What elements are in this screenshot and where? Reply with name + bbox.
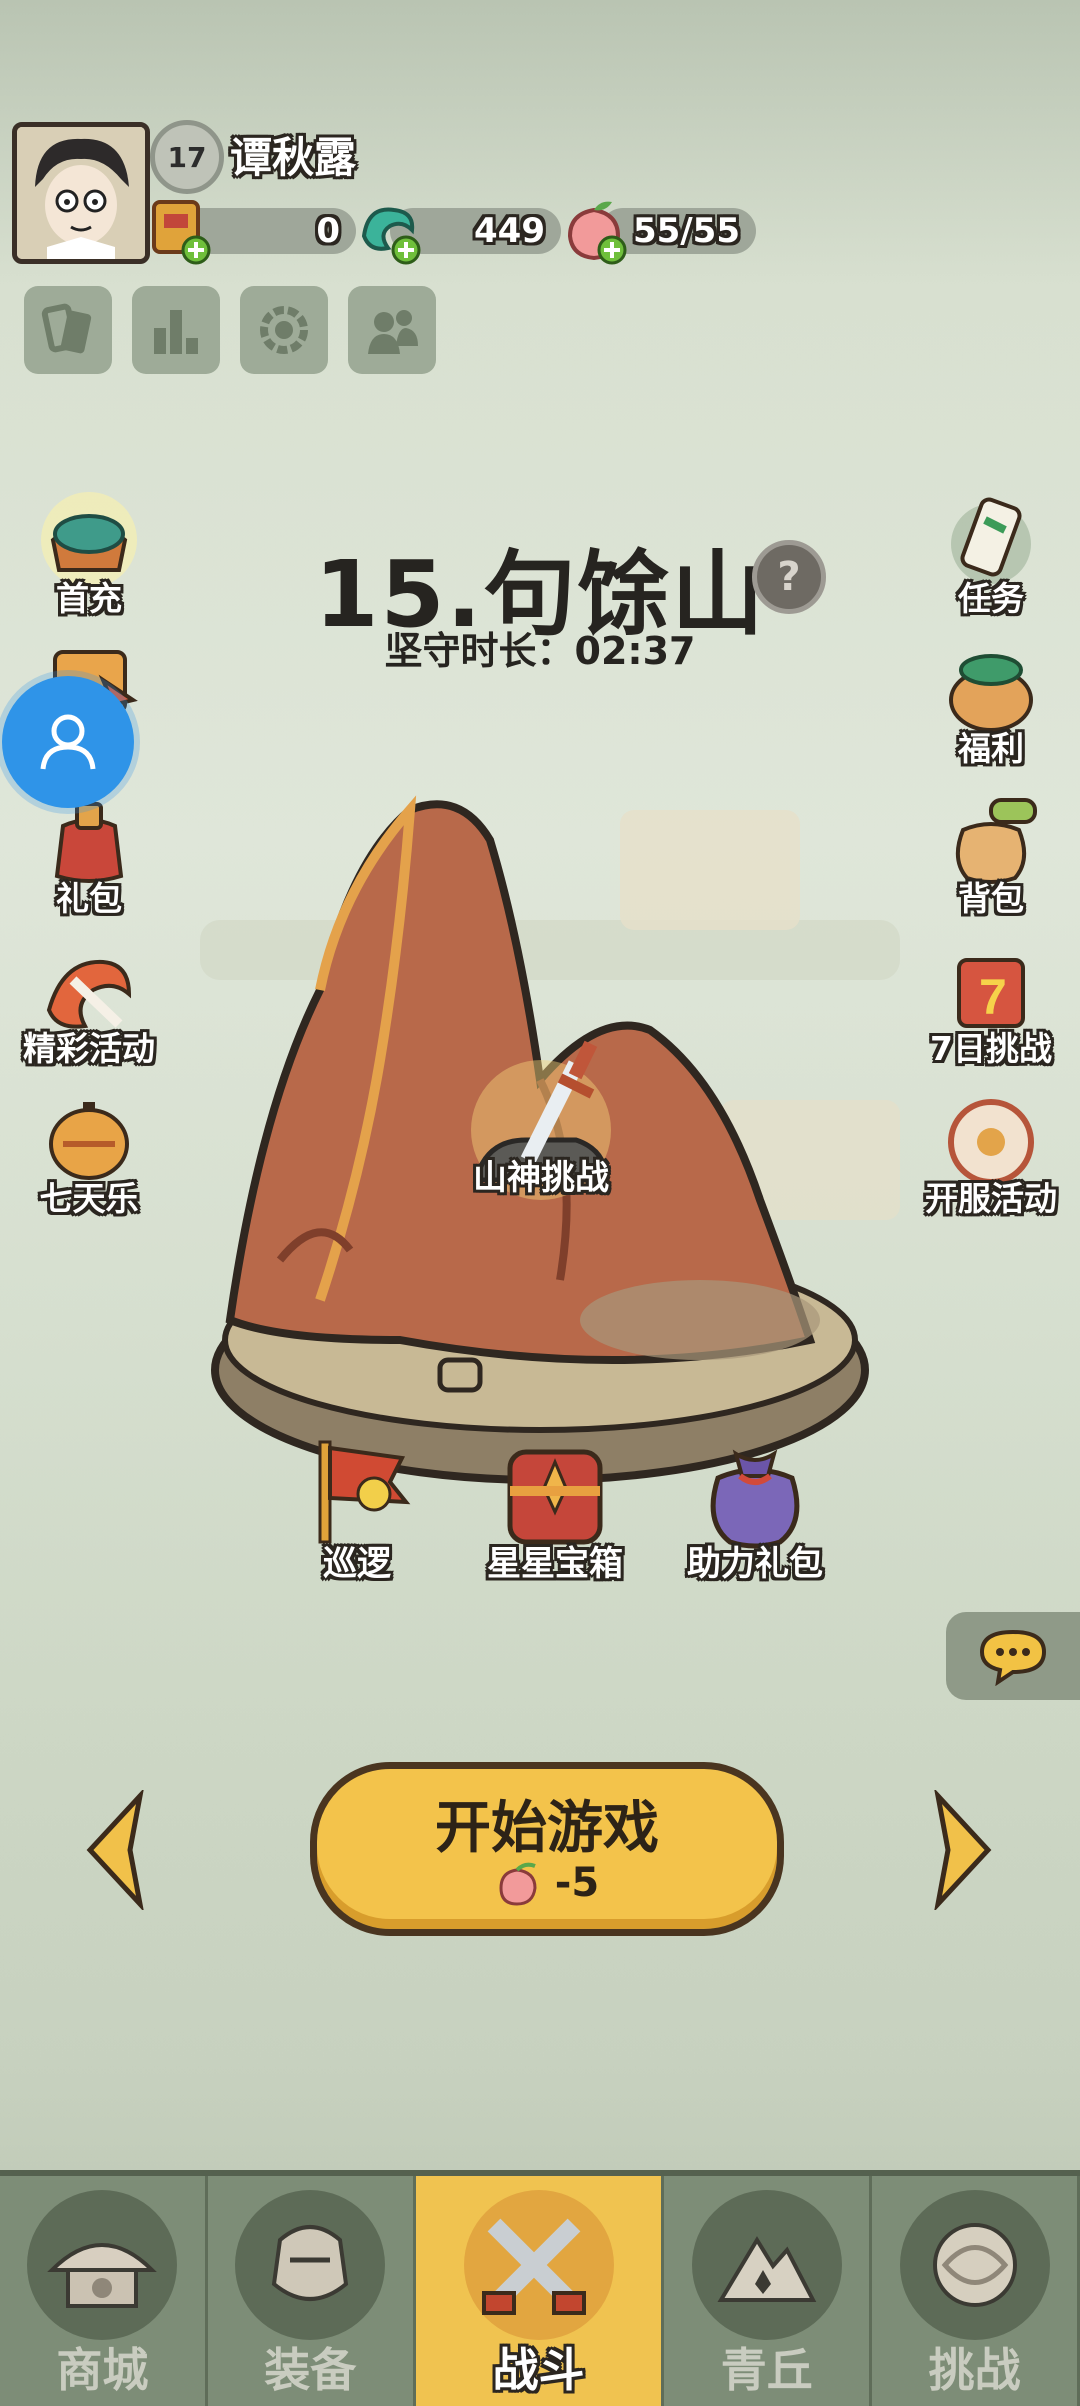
mountain-god-challenge[interactable]: 山神挑战 xyxy=(436,1030,646,1200)
battle-swords-icon xyxy=(481,2218,586,2315)
start-game-button[interactable]: 开始游戏 -5 xyxy=(310,1762,784,1936)
timer-label: 坚守时长： xyxy=(384,629,575,673)
next-stage-button[interactable] xyxy=(928,1787,998,1913)
settings-button[interactable] xyxy=(240,286,328,374)
tab-challenge[interactable]: 挑战 xyxy=(872,2176,1080,2406)
chevron-left-icon xyxy=(86,1787,145,1913)
tab-equipment[interactable]: 装备 xyxy=(208,2176,416,2406)
star-chest-label: 星星宝箱 xyxy=(487,1544,623,1584)
tab-qingqiu[interactable]: 青丘 xyxy=(664,2176,873,2406)
support-bag-icon xyxy=(710,1449,800,1549)
menu-label: 开服活动 xyxy=(925,1179,1057,1218)
chat-bubble-icon xyxy=(979,1629,1047,1686)
patrol-button[interactable]: 巡逻 xyxy=(262,1432,452,1585)
tab-label: 战斗 xyxy=(492,2343,585,2397)
resource-gold-value: 0 xyxy=(316,211,340,251)
menu-gift-bag[interactable]: 礼包 xyxy=(14,790,164,920)
star-chest-icon xyxy=(507,1449,603,1545)
prev-stage-button[interactable] xyxy=(80,1787,150,1913)
stage-timer: 坚守时长：02:37 xyxy=(0,620,1080,675)
user-icon xyxy=(40,714,96,770)
peach-stamina-icon[interactable] xyxy=(560,196,630,266)
start-cost: -5 xyxy=(317,1860,777,1908)
support-bag-button[interactable]: 助力礼包 xyxy=(660,1432,850,1585)
settings-icon xyxy=(260,306,308,354)
avatar-portrait-icon xyxy=(17,127,145,259)
support-bag-label: 助力礼包 xyxy=(687,1544,823,1584)
challenge-orb-icon xyxy=(932,2223,1017,2307)
patrol-flag-icon xyxy=(318,1440,411,1544)
tab-label: 商城 xyxy=(56,2343,149,2397)
chat-button[interactable] xyxy=(946,1612,1080,1700)
player-avatar[interactable] xyxy=(12,122,150,264)
ranking-button[interactable] xyxy=(132,286,220,374)
cards-button[interactable] xyxy=(24,286,112,374)
floating-assistant-button[interactable] xyxy=(2,676,134,808)
start-cost-value: -5 xyxy=(554,1860,600,1906)
ranking-icon xyxy=(154,310,198,354)
tab-battle[interactable]: 战斗 xyxy=(415,2176,665,2406)
player-level: 17 xyxy=(167,140,207,174)
menu-activities[interactable]: 精彩活动 xyxy=(14,940,164,1070)
start-label: 开始游戏 xyxy=(435,1796,659,1861)
menu-label: 精彩活动 xyxy=(23,1029,155,1068)
gold-ticket-icon[interactable] xyxy=(142,196,212,266)
menu-seven-day-challenge[interactable]: 7 7日挑战 xyxy=(916,940,1066,1070)
tab-label: 装备 xyxy=(264,2343,357,2397)
equipment-icon xyxy=(272,2225,349,2301)
qingqiu-mountain-icon xyxy=(717,2236,817,2302)
timer-value: 02:37 xyxy=(574,629,696,673)
chevron-right-icon xyxy=(933,1787,992,1913)
menu-backpack[interactable]: 背包 xyxy=(916,790,1066,920)
shop-icon xyxy=(47,2243,158,2308)
star-chest-button[interactable]: 星星宝箱 xyxy=(460,1432,650,1585)
help-icon: ? xyxy=(777,554,801,600)
resource-jade-value: 449 xyxy=(474,211,545,251)
tab-shop[interactable]: 商城 xyxy=(0,2176,208,2406)
stage-help-button[interactable]: ? xyxy=(752,540,826,614)
friends-icon xyxy=(368,310,418,354)
friends-button[interactable] xyxy=(348,286,436,374)
cards-icon xyxy=(41,303,92,354)
tab-label: 挑战 xyxy=(928,2343,1021,2397)
svg-text:7: 7 xyxy=(979,969,1007,1025)
tab-label: 青丘 xyxy=(720,2343,813,2397)
jade-dragon-icon[interactable] xyxy=(354,196,424,266)
menu-server-event[interactable]: 开服活动 xyxy=(916,1090,1066,1220)
player-name: 谭秋露 xyxy=(230,133,357,182)
player-level-badge: 17 xyxy=(150,120,224,194)
menu-seven-day[interactable]: 七天乐 xyxy=(14,1090,164,1220)
bottom-tab-bar: 商城 装备 战斗 青丘 挑战 xyxy=(0,2170,1080,2406)
peach-cost-icon xyxy=(499,1862,537,1906)
menu-label: 7日挑战 xyxy=(930,1029,1052,1068)
resource-peach-value: 55/55 xyxy=(632,211,740,251)
